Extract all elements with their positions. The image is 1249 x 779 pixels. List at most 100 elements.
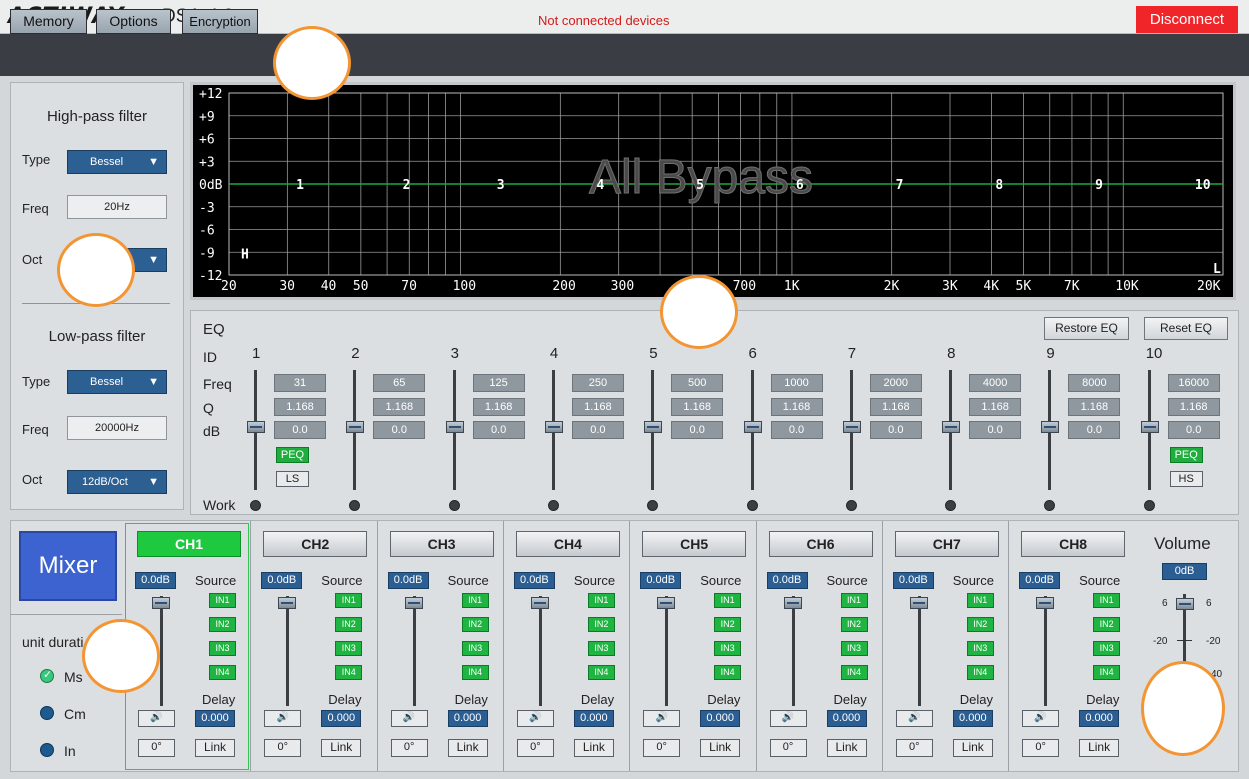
phase-button[interactable]: 0° [390, 739, 428, 757]
eq-freq-input[interactable]: 1000 [770, 374, 823, 392]
eq-freq-input[interactable]: 31 [274, 374, 326, 392]
eq-q-input[interactable]: 1.168 [571, 398, 624, 416]
input-button-in3[interactable]: IN3 [209, 641, 236, 656]
eq-q-input[interactable]: 1.168 [373, 398, 426, 416]
input-button-in2[interactable]: IN2 [461, 617, 489, 632]
channel-fader-track[interactable] [160, 596, 163, 706]
eq-response-graph[interactable]: +12 +9 +6 +3 0dB -3 -6 -9 -12 20 30 40 50 70 100 200 300… [190, 82, 1236, 300]
channel-fader-track[interactable] [286, 596, 290, 706]
eq-freq-input[interactable]: 16000 [1167, 374, 1220, 392]
eq-freq-input[interactable]: 125 [472, 374, 525, 392]
speaker-icon[interactable]: 🔊 [1022, 710, 1060, 727]
speaker-icon[interactable]: 🔊 [264, 710, 302, 727]
channel-header-ch6[interactable]: CH6 [768, 531, 873, 557]
channel-fader-track[interactable] [791, 596, 795, 706]
eq-db-input[interactable]: 0.0 [770, 421, 823, 439]
delay-value[interactable]: 0.000 [952, 710, 993, 727]
hp-type-select[interactable]: Bessel ▼ [67, 150, 167, 174]
eq-db-input[interactable]: 0.0 [1068, 421, 1121, 439]
link-button[interactable]: Link [321, 739, 362, 757]
channel-fader-track[interactable] [917, 596, 921, 706]
input-button-in2[interactable]: IN2 [840, 617, 868, 632]
input-button-in2[interactable]: IN2 [714, 617, 742, 632]
channel-fader-track[interactable] [1044, 596, 1048, 706]
input-button-in2[interactable]: IN2 [966, 617, 994, 632]
input-button-in2[interactable]: IN2 [587, 617, 615, 632]
tab-encryption[interactable]: Encryption [182, 9, 258, 34]
unit-radio-in[interactable] [40, 743, 54, 757]
eq-shelf-button[interactable]: HS [1169, 471, 1203, 487]
input-button-in2[interactable]: IN2 [335, 617, 363, 632]
input-button-in4[interactable]: IN4 [966, 665, 994, 680]
tab-memory[interactable]: Memory [10, 9, 87, 34]
channel-gain-value[interactable]: 0.0dB [892, 572, 934, 589]
input-button-in4[interactable]: IN4 [587, 665, 615, 680]
eq-freq-input[interactable]: 65 [373, 374, 426, 392]
eq-q-input[interactable]: 1.168 [1167, 398, 1220, 416]
channel-fader-track[interactable] [665, 596, 669, 706]
channel-fader-thumb[interactable] [152, 597, 170, 609]
unit-radio-ms[interactable] [40, 668, 54, 683]
eq-gain-slider-thumb[interactable] [346, 421, 365, 433]
input-button-in3[interactable]: IN3 [461, 641, 489, 656]
lp-freq-input[interactable]: 20000Hz [67, 416, 167, 440]
input-button-in1[interactable]: IN1 [966, 593, 994, 608]
channel-fader-track[interactable] [538, 596, 542, 706]
phase-button[interactable]: 0° [1022, 739, 1060, 757]
phase-button[interactable]: 0° [264, 739, 302, 757]
eq-db-input[interactable]: 0.0 [472, 421, 525, 439]
channel-gain-value[interactable]: 0.0dB [640, 572, 682, 589]
channel-header-ch4[interactable]: CH4 [515, 531, 620, 557]
input-button-in1[interactable]: IN1 [461, 593, 489, 608]
link-button[interactable]: Link [952, 739, 993, 757]
eq-gain-slider-thumb[interactable] [247, 421, 265, 433]
eq-freq-input[interactable]: 500 [671, 374, 724, 392]
eq-db-input[interactable]: 0.0 [969, 421, 1022, 439]
eq-q-input[interactable]: 1.168 [770, 398, 823, 416]
input-button-in4[interactable]: IN4 [1093, 665, 1121, 680]
mixer-button[interactable]: Mixer [19, 531, 117, 601]
link-button[interactable]: Link [447, 739, 488, 757]
eq-q-input[interactable]: 1.168 [969, 398, 1022, 416]
channel-gain-value[interactable]: 0.0dB [261, 572, 303, 589]
link-button[interactable]: Link [195, 739, 235, 757]
delay-value[interactable]: 0.000 [195, 710, 235, 727]
channel-fader-track[interactable] [412, 596, 416, 706]
phase-button[interactable]: 0° [516, 739, 554, 757]
input-button-in1[interactable]: IN1 [840, 593, 868, 608]
phase-button[interactable]: 0° [138, 739, 175, 757]
speaker-icon[interactable]: 🔊 [895, 710, 933, 727]
delay-value[interactable]: 0.000 [573, 710, 614, 727]
eq-freq-input[interactable]: 2000 [869, 374, 922, 392]
channel-gain-value[interactable]: 0.0dB [387, 572, 429, 589]
eq-gain-slider-thumb[interactable] [445, 421, 464, 433]
eq-peq-button[interactable]: PEQ [1169, 447, 1203, 463]
channel-gain-value[interactable]: 0.0dB [766, 572, 808, 589]
channel-header-ch8[interactable]: CH8 [1021, 531, 1126, 557]
restore-eq-button[interactable]: Restore EQ [1044, 317, 1129, 340]
channel-header-ch1[interactable]: CH1 [137, 531, 241, 557]
input-button-in3[interactable]: IN3 [587, 641, 615, 656]
input-button-in1[interactable]: IN1 [1093, 593, 1121, 608]
link-button[interactable]: Link [573, 739, 614, 757]
phase-button[interactable]: 0° [895, 739, 933, 757]
input-button-in4[interactable]: IN4 [461, 665, 489, 680]
volume-value[interactable]: 0dB [1162, 563, 1207, 580]
channel-gain-value[interactable]: 0.0dB [135, 572, 176, 589]
eq-gain-slider-thumb[interactable] [1140, 421, 1159, 433]
speaker-icon[interactable]: 🔊 [643, 710, 681, 727]
channel-header-ch5[interactable]: CH5 [642, 531, 747, 557]
channel-fader-thumb[interactable] [278, 597, 297, 609]
eq-shelf-button[interactable]: LS [276, 471, 309, 487]
input-button-in1[interactable]: IN1 [587, 593, 615, 608]
tab-options[interactable]: Options [96, 9, 171, 34]
eq-freq-input[interactable]: 8000 [1068, 374, 1121, 392]
input-button-in2[interactable]: IN2 [209, 617, 236, 632]
input-button-in1[interactable]: IN1 [209, 593, 236, 608]
eq-peq-button[interactable]: PEQ [276, 447, 309, 463]
lp-type-select[interactable]: Bessel ▼ [67, 370, 167, 394]
eq-db-input[interactable]: 0.0 [1167, 421, 1220, 439]
eq-gain-slider-thumb[interactable] [544, 421, 563, 433]
input-button-in4[interactable]: IN4 [714, 665, 742, 680]
eq-gain-slider-thumb[interactable] [942, 421, 961, 433]
